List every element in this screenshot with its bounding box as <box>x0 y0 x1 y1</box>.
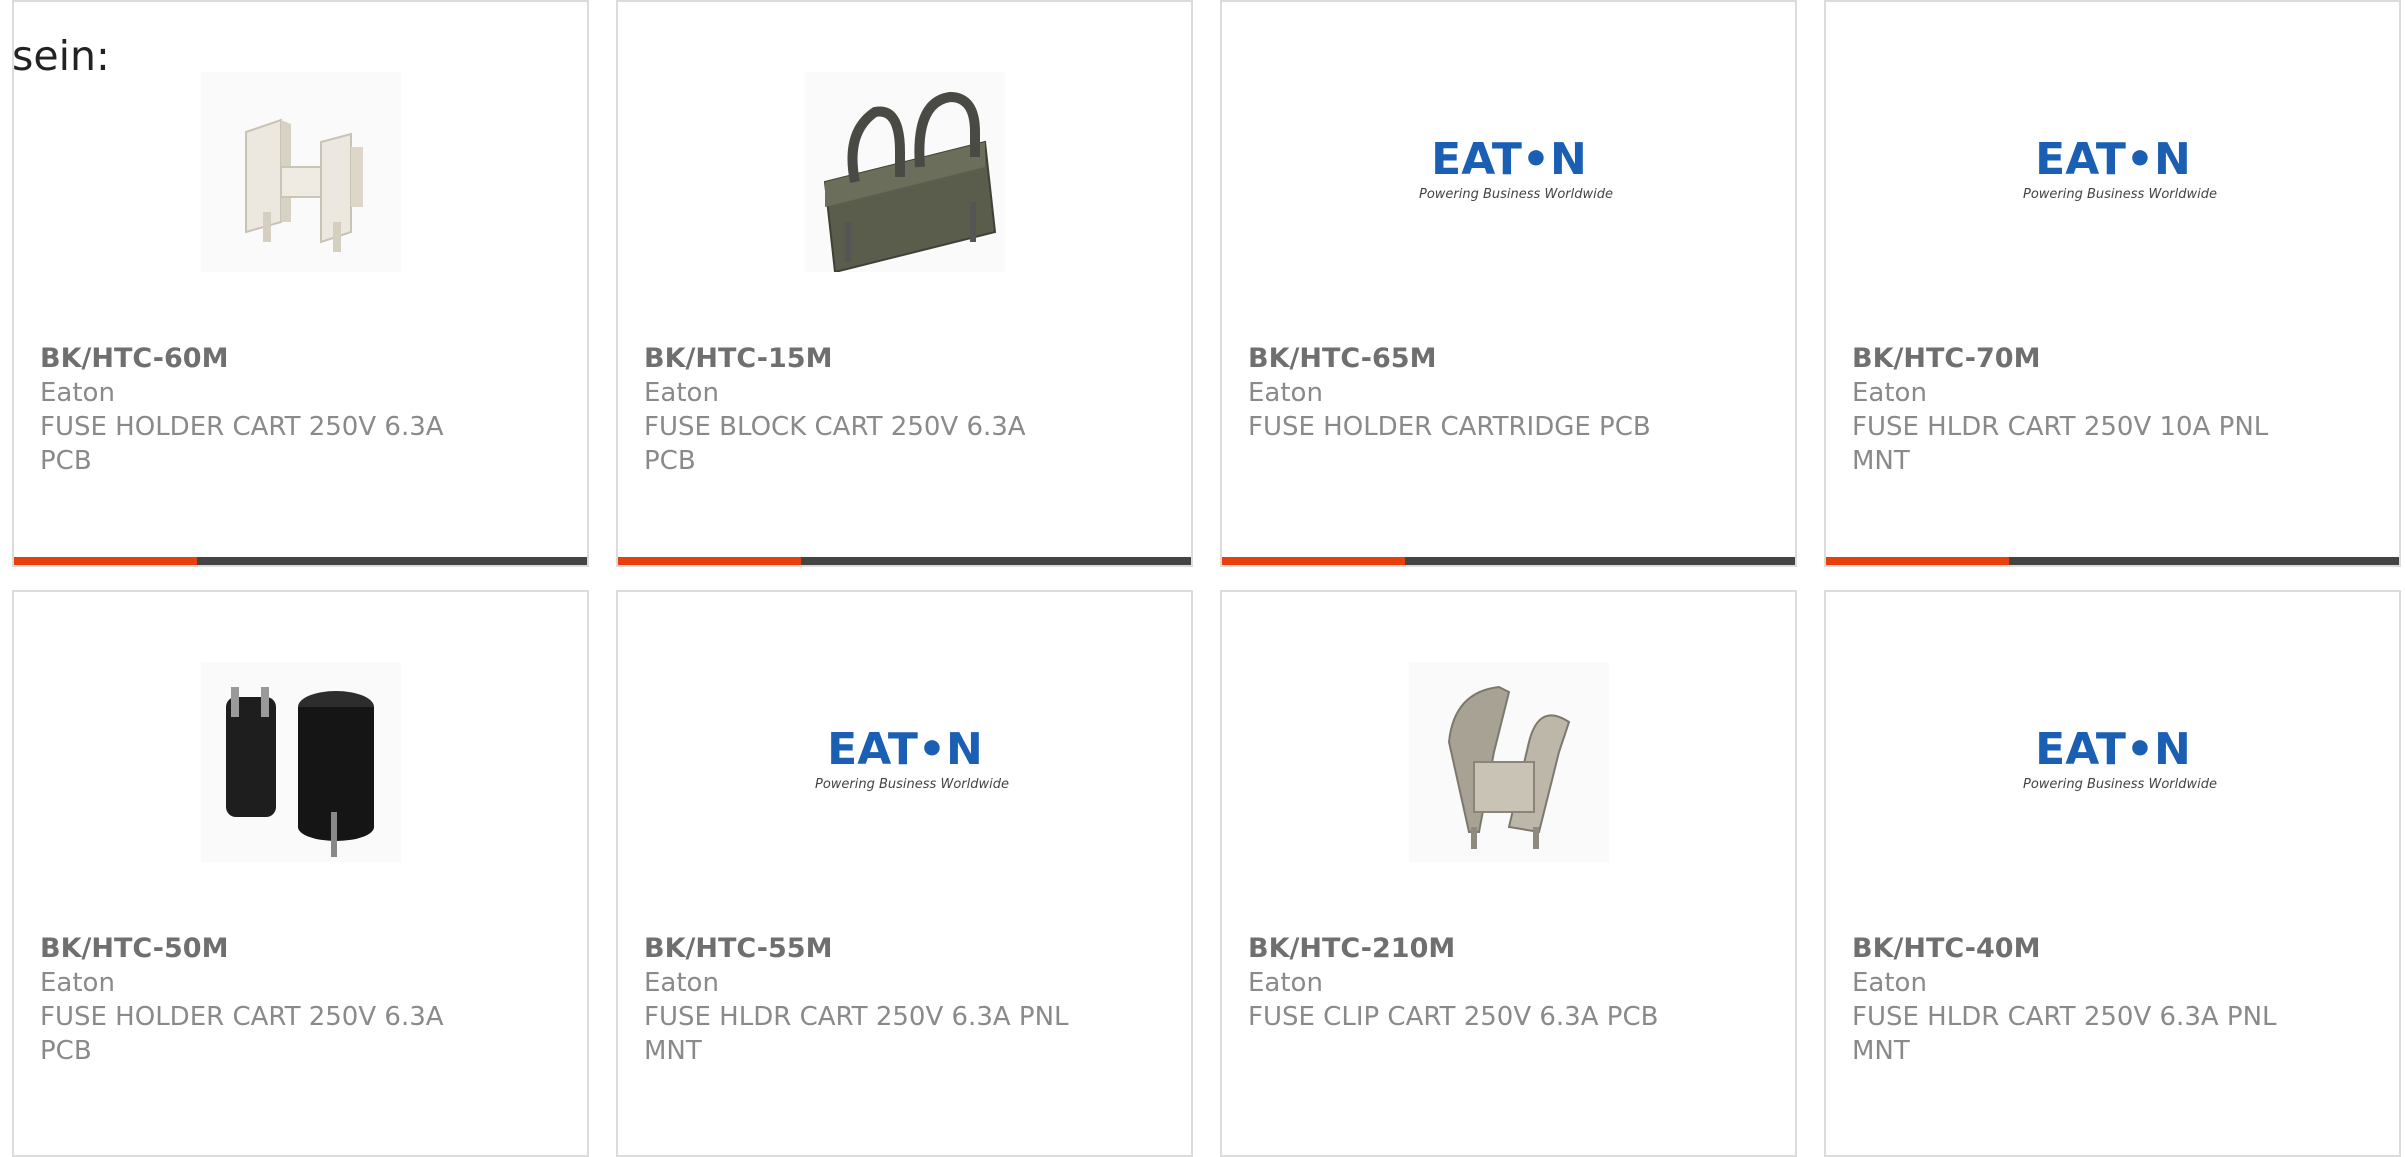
card-bar <box>1222 557 1795 565</box>
product-image[interactable]: EAT•N Powering Business Worldwide <box>618 662 1191 862</box>
part-number[interactable]: BK/HTC-210M <box>1248 932 1755 966</box>
product-image[interactable] <box>1222 662 1795 862</box>
description: FUSE CLIP CART 250V 6.3A PCB <box>1248 1002 1659 1032</box>
svg-text:Powering Business Worldwide: Powering Business Worldwide <box>2023 777 2217 792</box>
description: FUSE HLDR CART 250V 6.3A PNL MNT <box>1852 1002 2277 1066</box>
intro-text: sein: <box>12 32 110 80</box>
part-number[interactable]: BK/HTC-65M <box>1248 342 1755 376</box>
product-card[interactable]: BK/HTC-50M Eaton FUSE HOLDER CART 250V 6… <box>12 590 589 1157</box>
manufacturer: Eaton <box>40 378 115 408</box>
fuse-block-image <box>804 72 1005 272</box>
product-card[interactable]: BK/HTC-15M Eaton FUSE BLOCK CART 250V 6.… <box>616 0 1193 567</box>
part-number[interactable]: BK/HTC-60M <box>40 342 547 376</box>
product-card[interactable]: EAT•N Powering Business Worldwide BK/HTC… <box>616 590 1193 1157</box>
product-card[interactable]: BK/HTC-60M Eaton FUSE HOLDER CART 250V 6… <box>12 0 589 567</box>
eaton-logo: EAT•N Powering Business Worldwide <box>2023 134 2217 202</box>
part-number[interactable]: BK/HTC-55M <box>644 932 1151 966</box>
description: FUSE HLDR CART 250V 6.3A PNL MNT <box>644 1002 1069 1066</box>
product-card[interactable]: EAT•N Powering Business Worldwide BK/HTC… <box>1824 0 2401 567</box>
description: FUSE HOLDER CART 250V 6.3A PCB <box>40 1002 444 1066</box>
description: FUSE HOLDER CARTRIDGE PCB <box>1248 412 1651 442</box>
description: FUSE HOLDER CART 250V 6.3A PCB <box>40 412 444 476</box>
product-image[interactable] <box>14 662 587 862</box>
manufacturer: Eaton <box>1852 378 1927 408</box>
card-bar-accent <box>618 557 801 565</box>
part-number[interactable]: BK/HTC-40M <box>1852 932 2359 966</box>
manufacturer: Eaton <box>1248 378 1323 408</box>
product-image[interactable] <box>14 72 587 272</box>
product-card[interactable]: EAT•N Powering Business Worldwide BK/HTC… <box>1220 0 1797 567</box>
product-image[interactable]: EAT•N Powering Business Worldwide <box>1826 662 2399 862</box>
part-number[interactable]: BK/HTC-70M <box>1852 342 2359 376</box>
manufacturer: Eaton <box>40 968 115 998</box>
card-bar-accent <box>14 557 197 565</box>
svg-text:EAT•N: EAT•N <box>2035 724 2191 775</box>
eaton-logo: EAT•N Powering Business Worldwide <box>2023 724 2217 792</box>
card-bar <box>618 557 1191 565</box>
manufacturer: Eaton <box>1248 968 1323 998</box>
product-image[interactable]: EAT•N Powering Business Worldwide <box>1826 72 2399 272</box>
svg-text:EAT•N: EAT•N <box>1431 134 1587 185</box>
card-bar <box>1826 557 2399 565</box>
svg-text:EAT•N: EAT•N <box>2035 134 2191 185</box>
svg-text:Powering Business Worldwide: Powering Business Worldwide <box>815 777 1009 792</box>
fuse-clip-image <box>1408 662 1609 862</box>
manufacturer: Eaton <box>1852 968 1927 998</box>
product-card[interactable]: EAT•N Powering Business Worldwide BK/HTC… <box>1824 590 2401 1157</box>
eaton-logo: EAT•N Powering Business Worldwide <box>815 724 1009 792</box>
description: FUSE BLOCK CART 250V 6.3A PCB <box>644 412 1026 476</box>
product-image[interactable] <box>618 72 1191 272</box>
part-number[interactable]: BK/HTC-50M <box>40 932 547 966</box>
product-card[interactable]: BK/HTC-210M Eaton FUSE CLIP CART 250V 6.… <box>1220 590 1797 1157</box>
card-bar-accent <box>1826 557 2009 565</box>
svg-text:Powering Business Worldwide: Powering Business Worldwide <box>2023 187 2217 202</box>
product-image[interactable]: EAT•N Powering Business Worldwide <box>1222 72 1795 272</box>
description: FUSE HLDR CART 250V 10A PNL MNT <box>1852 412 2269 476</box>
white-fuse-holder-image <box>200 72 401 272</box>
card-bar-accent <box>1222 557 1405 565</box>
eaton-logo: EAT•N Powering Business Worldwide <box>1419 134 1613 202</box>
manufacturer: Eaton <box>644 968 719 998</box>
card-bar <box>14 557 587 565</box>
svg-text:Powering Business Worldwide: Powering Business Worldwide <box>1419 187 1613 202</box>
manufacturer: Eaton <box>644 378 719 408</box>
part-number[interactable]: BK/HTC-15M <box>644 342 1151 376</box>
svg-text:EAT•N: EAT•N <box>827 724 983 775</box>
black-fuse-holder-image <box>200 662 401 862</box>
